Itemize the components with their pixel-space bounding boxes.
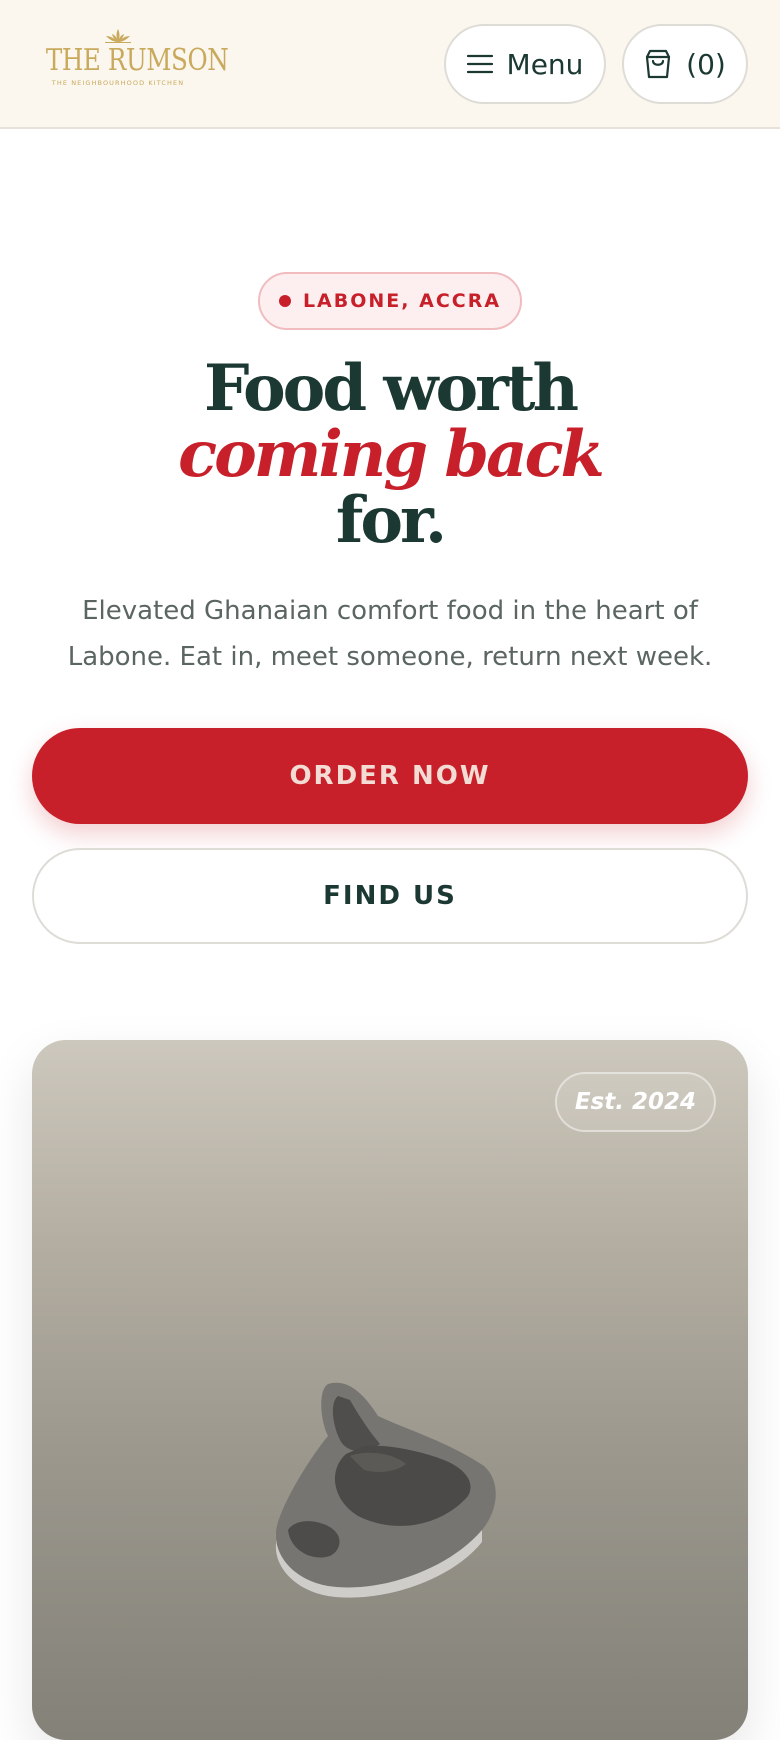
headline-line-3: for. [335,483,447,558]
headline-line-1: Food worth [204,351,579,426]
steak-image [275,1382,496,1598]
menu-label: Menu [506,47,584,81]
location-badge: LABONE, ACCRA [258,272,522,330]
site-header: THE RUMSON THE NEIGHBOURHOOD KITCHEN Men… [0,0,780,129]
cart-button[interactable]: (0) [622,24,748,104]
est-badge: Est. 2024 [554,1072,716,1132]
hero-image-card: Est. 2024 [32,1040,748,1740]
hamburger-icon [466,53,493,75]
cart-count: (0) [686,47,726,81]
hero-headline: Food worth coming back for. [0,356,780,554]
shopping-bag-icon [644,49,672,79]
menu-button[interactable]: Menu [444,24,606,104]
logo-tagline: THE NEIGHBOURHOOD KITCHEN [51,79,185,87]
find-us-button[interactable]: FIND US [32,848,748,944]
hero-subtext: Elevated Ghanaian comfort food in the he… [67,596,713,672]
brand-logo[interactable]: THE RUMSON THE NEIGHBOURHOOD KITCHEN [30,28,229,100]
location-dot-icon [278,295,291,307]
headline-line-2: coming back [178,417,605,492]
logo-name: THE RUMSON [45,43,229,78]
location-text: LABONE, ACCRA [302,290,502,312]
lotus-icon [105,29,131,43]
order-now-button[interactable]: ORDER NOW [32,728,748,824]
